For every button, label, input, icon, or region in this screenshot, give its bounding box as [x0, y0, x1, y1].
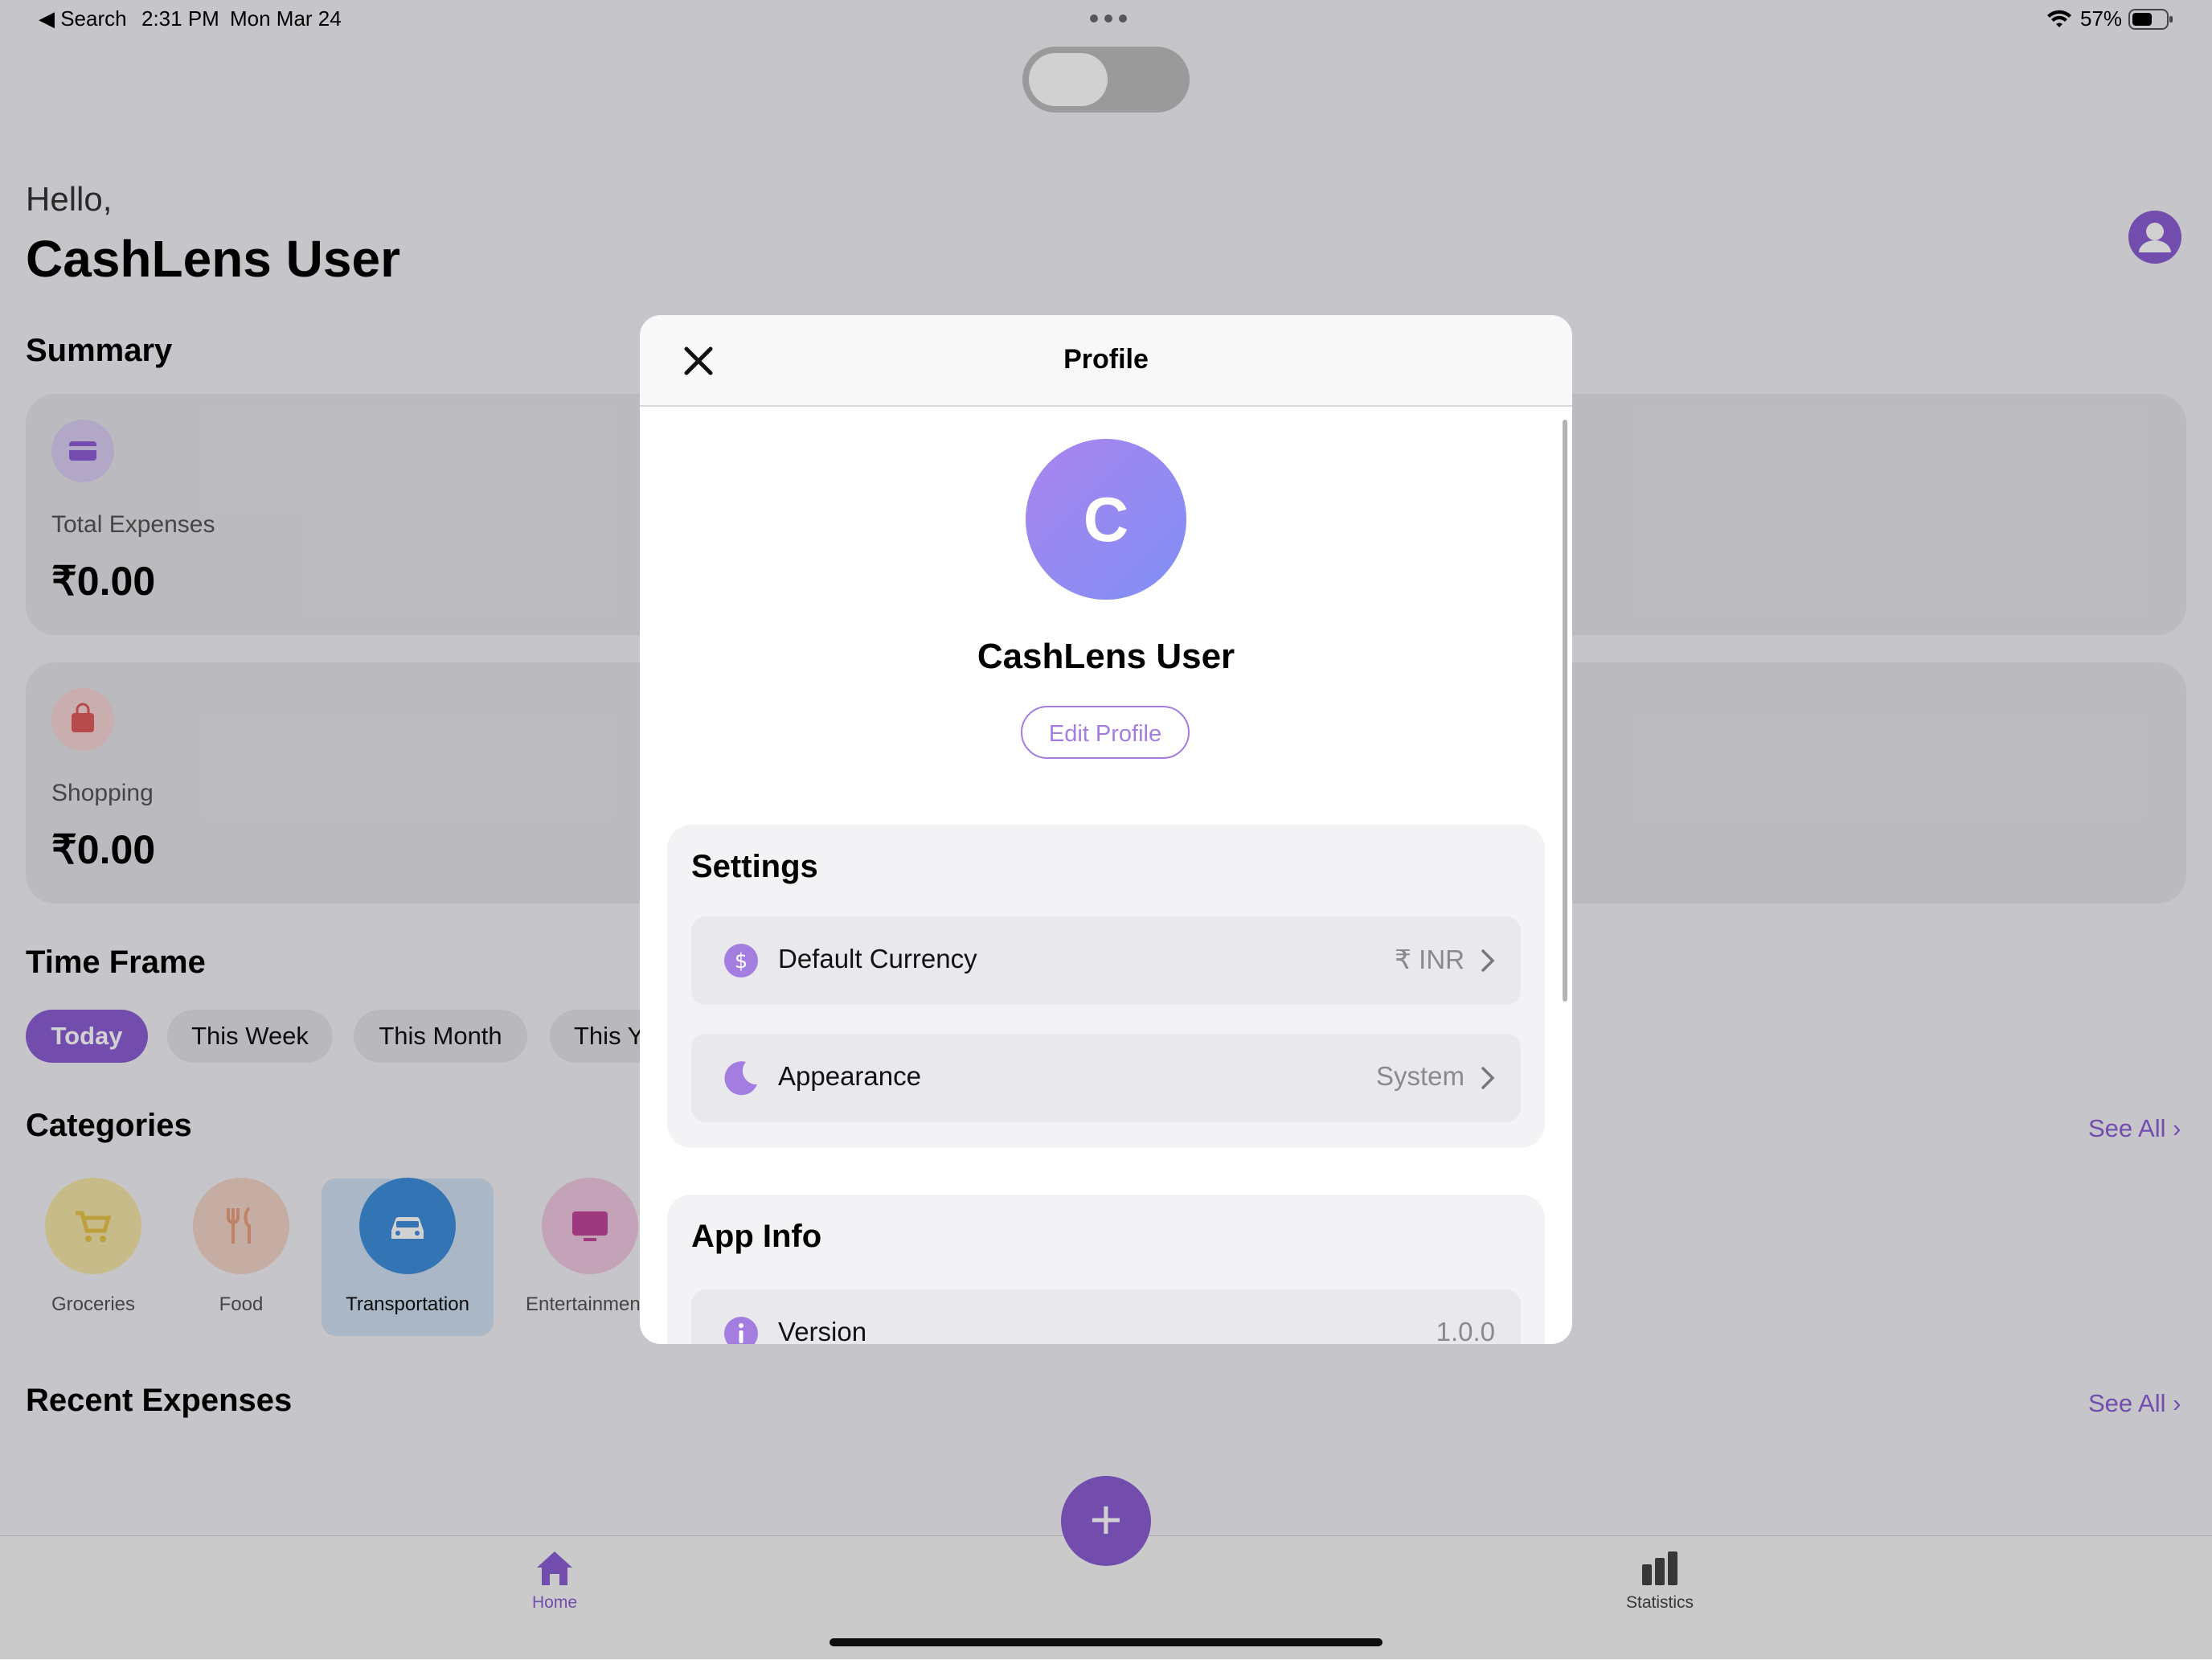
chevron-right-icon: [1481, 1067, 1495, 1089]
chevron-right-icon: [1481, 949, 1495, 972]
row-value: System: [1375, 1061, 1464, 1091]
app-info-group: App Info Version 1.0.0: [667, 1195, 1545, 1344]
profile-avatar: C: [1026, 439, 1186, 600]
dollar-circle-icon: $: [724, 944, 758, 978]
row-label: Version: [778, 1317, 867, 1344]
app-info-title: App Info: [691, 1219, 822, 1254]
modal-header: Profile: [640, 315, 1572, 407]
default-currency-row[interactable]: $ Default Currency ₹ INR: [691, 916, 1521, 1005]
moon-icon: [724, 1061, 757, 1096]
svg-text:$: $: [735, 949, 748, 973]
settings-group: Settings $ Default Currency ₹ INR Appear…: [667, 825, 1545, 1148]
settings-title: Settings: [691, 849, 818, 884]
row-value: ₹ INR: [1395, 945, 1464, 974]
version-row: Version 1.0.0: [691, 1289, 1521, 1344]
profile-modal: Profile C CashLens User Edit Profile Set…: [640, 315, 1572, 1344]
info-circle-icon: [724, 1317, 758, 1344]
modal-scrollbar[interactable]: [1563, 420, 1567, 1002]
modal-title: Profile: [1063, 344, 1149, 375]
row-value: 1.0.0: [1436, 1317, 1495, 1344]
appearance-row[interactable]: Appearance System: [691, 1034, 1521, 1122]
profile-name: CashLens User: [977, 637, 1235, 676]
row-label: Default Currency: [778, 944, 977, 973]
edit-profile-button[interactable]: Edit Profile: [1021, 706, 1190, 759]
row-label: Appearance: [778, 1061, 921, 1091]
